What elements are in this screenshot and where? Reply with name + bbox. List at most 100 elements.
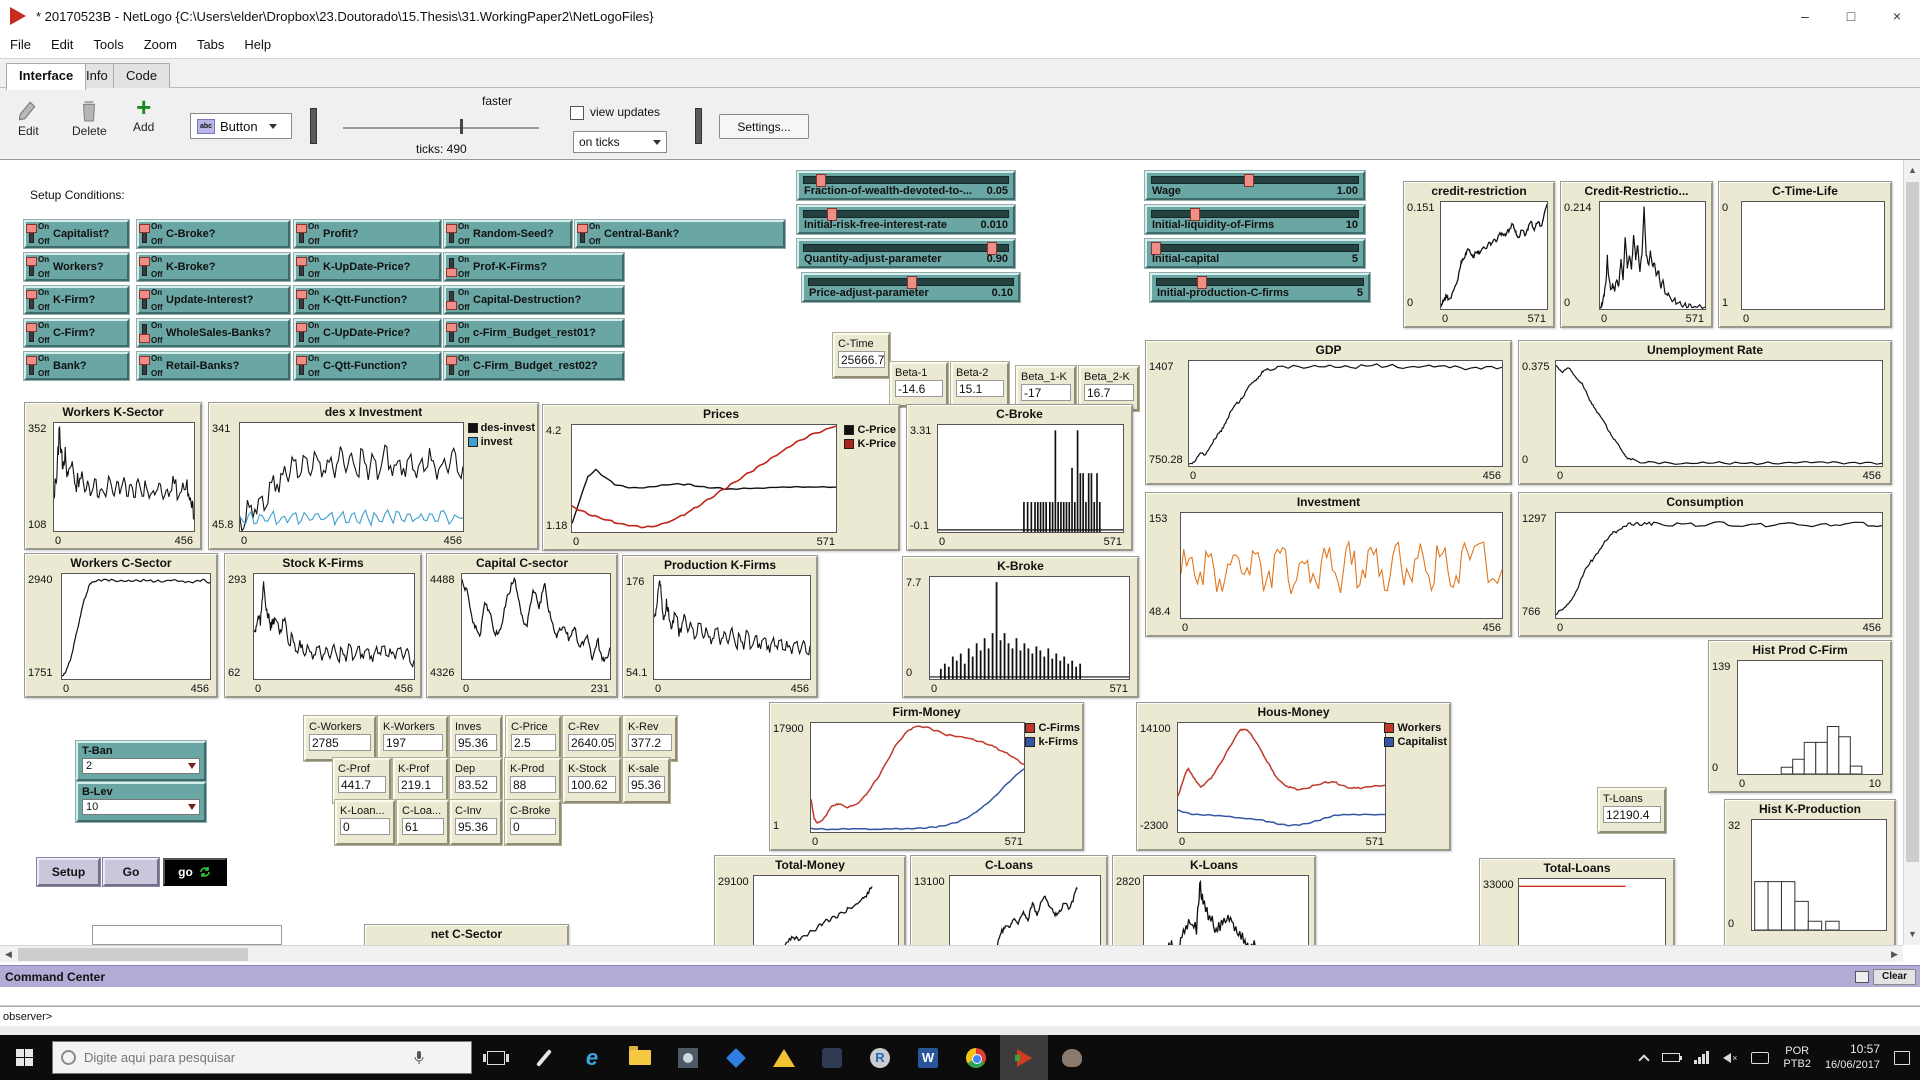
taskbar-app-chrome[interactable] [952,1035,1000,1080]
add-button[interactable]: + Add [133,94,154,134]
switch-random-seed[interactable]: Random-Seed? [444,220,572,248]
view-updates-checkbox[interactable] [570,106,584,120]
switch-wholesales-banks[interactable]: WholeSales-Banks? [137,319,290,347]
speed-slider-handle[interactable] [460,119,463,134]
switch-handle[interactable] [446,268,457,277]
switch-k-qtt-function[interactable]: K-Qtt-Function? [294,286,441,314]
switch-prof-k-firms[interactable]: Prof-K-Firms? [444,253,624,281]
slider-price-adjust-parameter[interactable]: Price-adjust-parameter 0.10 [802,273,1020,302]
slider-initial-capital[interactable]: Initial-capital 5 [1145,239,1365,268]
switch-profit[interactable]: Profit? [294,220,441,248]
chooser-value-box[interactable]: 10 [82,799,200,815]
maximize-button[interactable]: □ [1828,0,1874,32]
minimize-button[interactable]: – [1782,0,1828,32]
chooser-b-lev[interactable]: B-Lev 10 [76,782,206,822]
menu-tools[interactable]: Tools [83,32,133,58]
taskbar-search[interactable] [52,1041,472,1074]
taskbar-app-dropbox[interactable] [712,1035,760,1080]
switch-k-broke[interactable]: K-Broke? [137,253,290,281]
switch-c-firm[interactable]: C-Firm? [24,319,129,347]
command-line[interactable]: observer> [0,1006,1920,1026]
tab-interface[interactable]: Interface [6,63,87,90]
slider-fraction-of-wealth[interactable]: Fraction-of-wealth-devoted-to-... 0.05 [797,171,1015,200]
switch-handle[interactable] [296,356,307,365]
notification-center-icon[interactable] [1894,1050,1910,1065]
switch-handle[interactable] [139,334,150,343]
toolbar-separator[interactable] [310,108,317,144]
switch-handle[interactable] [446,301,457,310]
menu-file[interactable]: File [0,32,41,58]
edit-button[interactable]: Edit [18,100,39,138]
taskbar-app-pen[interactable] [520,1035,568,1080]
chooser-value-box[interactable]: 2 [82,758,200,774]
switch-handle[interactable] [139,356,150,365]
switch-handle[interactable] [139,224,150,233]
switch-handle[interactable] [26,323,37,332]
switch-handle[interactable] [296,323,307,332]
settings-button[interactable]: Settings... [719,114,809,139]
speed-slider[interactable] [343,127,539,129]
tray-chevron-up-icon[interactable] [1638,1053,1650,1066]
slider-quantity-adjust-parameter[interactable]: Quantity-adjust-parameter 0.90 [797,239,1015,268]
switch-handle[interactable] [26,257,37,266]
vertical-scrollbar-thumb[interactable] [1906,182,1919,862]
volume-muted-icon[interactable]: × [1723,1052,1737,1063]
detach-icon[interactable] [1854,970,1869,983]
go-button[interactable]: Go [103,858,159,886]
vertical-scrollbar[interactable]: ▲ ▼ [1903,160,1920,945]
go-forever-button[interactable]: go [163,858,227,886]
switch-update-interest[interactable]: Update-Interest? [137,286,290,314]
slider-initial-liquidity-of-firms[interactable]: Initial-liquidity-of-Firms 10 [1145,205,1365,234]
switch-handle[interactable] [296,257,307,266]
switch-handle[interactable] [139,290,150,299]
switch-c-broke[interactable]: C-Broke? [137,220,290,248]
toolbar-separator[interactable] [695,108,702,144]
clear-button[interactable]: Clear [1872,968,1916,985]
touch-keyboard-icon[interactable] [1751,1051,1770,1064]
switch-bank[interactable]: Bank? [24,352,129,380]
switch-c-firm-budget-rest01[interactable]: c-Firm_Budget_rest01? [444,319,624,347]
taskbar-app-netlogo[interactable] [1000,1035,1048,1080]
switch-k-update-price[interactable]: K-UpDate-Price? [294,253,441,281]
taskbar-app-word[interactable]: W [904,1035,952,1080]
switch-handle[interactable] [446,356,457,365]
task-view-button[interactable] [472,1035,520,1080]
start-button[interactable] [0,1035,48,1080]
language-indicator[interactable]: POR PTB2 [1783,1045,1811,1071]
switch-capital-destruction[interactable]: Capital-Destruction? [444,286,624,314]
switch-central-bank[interactable]: Central-Bank? [575,220,785,248]
taskbar-clock[interactable]: 10:57 16/06/2017 [1825,1042,1880,1073]
switch-handle[interactable] [577,224,588,233]
taskbar-app-r[interactable]: R [856,1035,904,1080]
update-mode-select[interactable]: on ticks [573,131,667,153]
switch-k-firm[interactable]: K-Firm? [24,286,129,314]
horizontal-scrollbar-thumb[interactable] [18,948,248,961]
widget-type-chooser[interactable]: abc Button [190,113,292,139]
taskbar-app-security[interactable] [760,1035,808,1080]
switch-handle[interactable] [139,257,150,266]
taskbar-app-photos[interactable] [664,1035,712,1080]
switch-capitalist[interactable]: Capitalist? [24,220,129,248]
taskbar-app-edge[interactable]: e [568,1035,616,1080]
search-input[interactable] [84,1050,404,1065]
switch-handle[interactable] [26,224,37,233]
switch-workers[interactable]: Workers? [24,253,129,281]
switch-retail-banks[interactable]: Retail-Banks? [137,352,290,380]
battery-icon[interactable] [1662,1053,1683,1062]
slider-wage[interactable]: Wage 1.00 [1145,171,1365,200]
switch-handle[interactable] [26,290,37,299]
network-icon[interactable] [1694,1051,1710,1064]
taskbar-app-dark[interactable] [808,1035,856,1080]
switch-handle[interactable] [296,224,307,233]
setup-button[interactable]: Setup [37,858,100,886]
taskbar-app-file-explorer[interactable] [616,1035,664,1080]
switch-handle[interactable] [446,323,457,332]
chooser-t-ban[interactable]: T-Ban 2 [76,741,206,781]
menu-zoom[interactable]: Zoom [134,32,187,58]
switch-c-firm-budget-rest02[interactable]: C-Firm_Budget_rest02? [444,352,624,380]
menu-help[interactable]: Help [234,32,281,58]
slider-initial-production-c-firms[interactable]: Initial-production-C-firms 5 [1150,273,1370,302]
tab-code[interactable]: Code [113,63,171,89]
menu-tabs[interactable]: Tabs [187,32,234,58]
delete-button[interactable]: Delete [72,100,107,138]
